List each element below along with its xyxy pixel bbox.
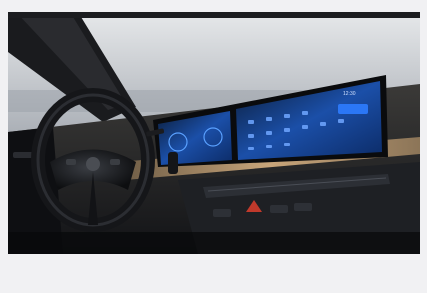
brand-logo-icon xyxy=(86,157,100,171)
console-button xyxy=(294,203,312,211)
dashboard-scene: 12:30 xyxy=(8,12,420,254)
wheel-button xyxy=(66,159,76,165)
screen-highlight-tile xyxy=(338,104,368,114)
screen-status-time: 12:30 xyxy=(343,91,356,97)
stalk xyxy=(168,152,178,174)
car-dashboard-photo: 12:30 xyxy=(8,12,420,254)
image-frame: 12:30 xyxy=(0,0,427,293)
wheel-button xyxy=(110,159,120,165)
caption-area xyxy=(8,254,420,293)
console-button xyxy=(213,209,231,217)
console-button xyxy=(270,205,288,213)
